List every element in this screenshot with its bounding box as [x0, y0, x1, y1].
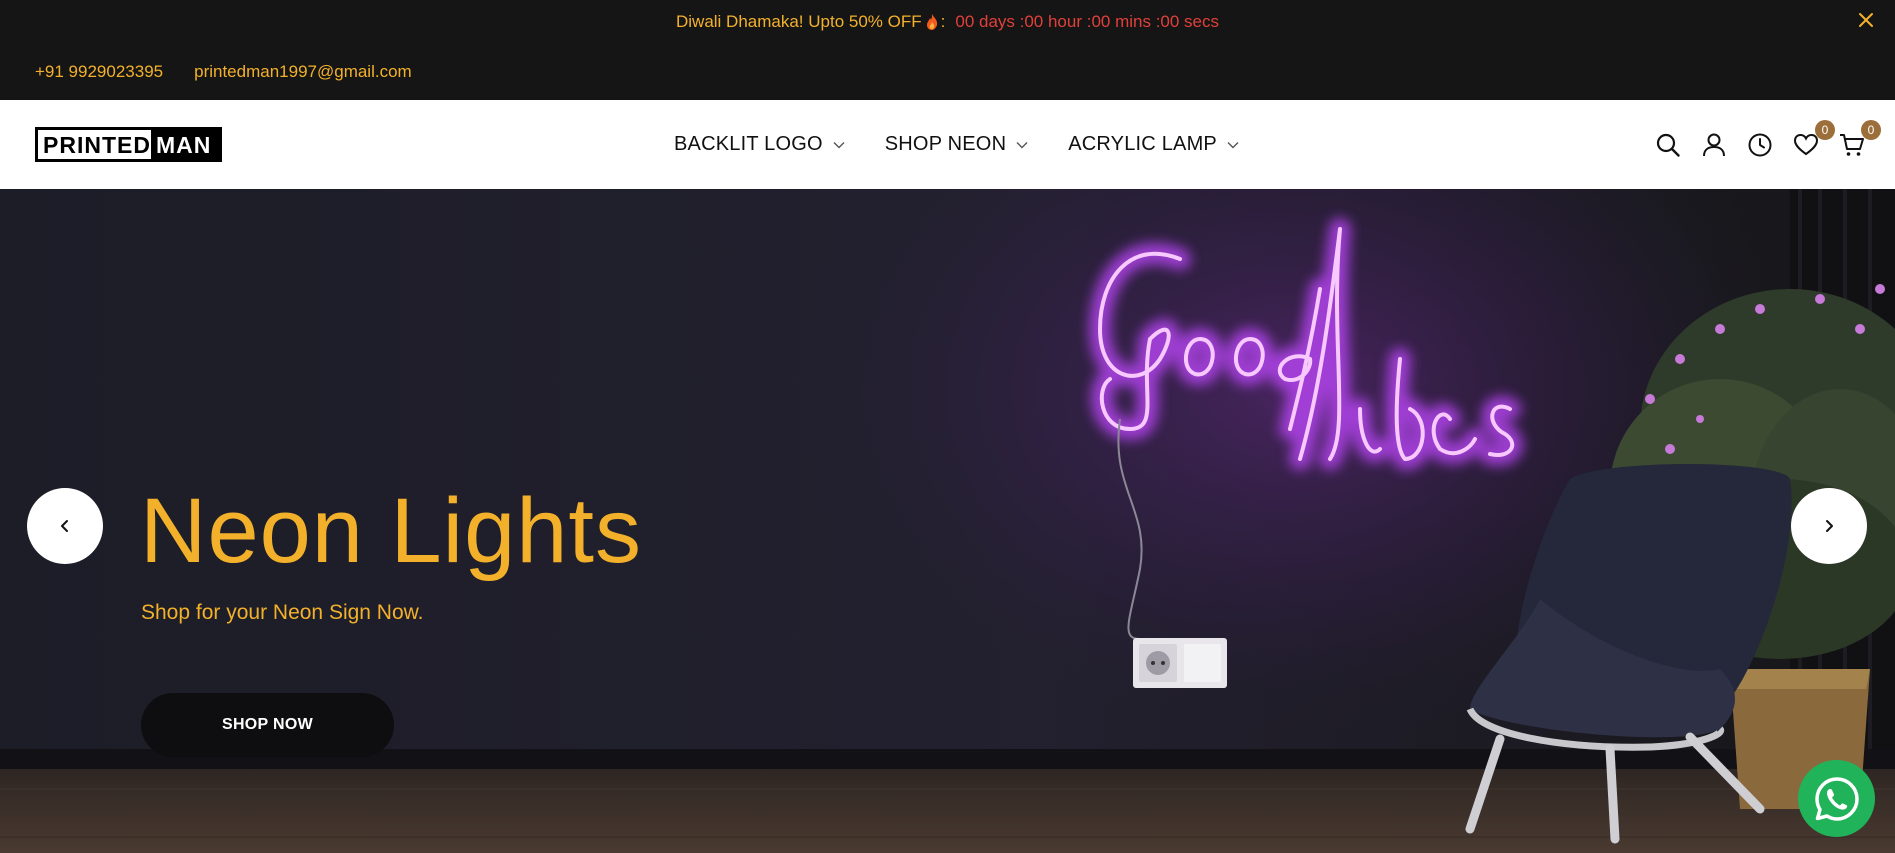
hero-title: Neon Lights [140, 480, 642, 582]
whatsapp-chat-button[interactable] [1798, 760, 1875, 837]
chevron-left-icon [61, 520, 68, 532]
hero-slider: Neon Lights Shop for your Neon Sign Now.… [0, 189, 1895, 853]
user-icon[interactable] [1701, 132, 1727, 158]
main-nav: BACKLIT LOGO SHOP NEON ACRYLIC LAMP [674, 100, 1279, 189]
nav-shop-neon[interactable]: SHOP NEON [885, 133, 1028, 156]
nav-label: BACKLIT LOGO [674, 133, 823, 155]
close-icon[interactable] [1855, 9, 1877, 31]
heart-icon [1793, 133, 1819, 155]
countdown-timer: 00 days :00 hour :00 mins :00 secs [955, 12, 1220, 31]
logo[interactable]: PRINTED MAN [35, 127, 222, 162]
site-header: PRINTED MAN BACKLIT LOGO SHOP NEON ACRYL… [0, 100, 1895, 189]
search-icon[interactable] [1655, 132, 1681, 158]
flame-icon [926, 14, 937, 30]
cart-count-badge: 0 [1861, 119, 1881, 140]
contact-bar: +91 9929023395 printedman1997@gmail.com [0, 44, 1895, 100]
cart-icon [1840, 133, 1864, 156]
nav-acrylic-lamp[interactable]: ACRYLIC LAMP [1068, 133, 1239, 156]
chevron-down-icon [1016, 141, 1028, 148]
wishlist-button[interactable]: 0 [1793, 119, 1835, 158]
announcement-bar: Diwali Dhamaka! Upto 50% OFF : 00 days :… [0, 0, 1895, 44]
hero-subtitle: Shop for your Neon Sign Now. [141, 601, 424, 624]
phone-link[interactable]: +91 9929023395 [35, 62, 163, 82]
page: Diwali Dhamaka! Upto 50% OFF : 00 days :… [0, 0, 1895, 853]
slider-next-button[interactable] [1791, 488, 1867, 564]
promo-separator: : [940, 12, 946, 31]
shop-now-button[interactable]: SHOP NOW [141, 693, 394, 757]
cart-button[interactable]: 0 [1839, 119, 1881, 158]
wishlist-count-badge: 0 [1815, 119, 1835, 140]
nav-label: SHOP NEON [884, 133, 1007, 155]
whatsapp-icon [1814, 776, 1859, 821]
chevron-right-icon [1826, 520, 1833, 532]
clock-icon[interactable] [1747, 132, 1773, 158]
promo-text: Diwali Dhamaka! Upto 50% OFF [675, 12, 922, 31]
chevron-down-icon [1227, 141, 1239, 148]
chevron-down-icon [833, 141, 845, 148]
nav-label: ACRYLIC LAMP [1068, 133, 1217, 155]
nav-backlit-logo[interactable]: BACKLIT LOGO [674, 133, 845, 156]
header-icons: 0 0 [1635, 100, 1881, 189]
svg-text:PRINTED: PRINTED [43, 132, 151, 158]
svg-text:MAN: MAN [156, 132, 211, 158]
email-link[interactable]: printedman1997@gmail.com [194, 62, 412, 82]
slider-prev-button[interactable] [27, 488, 103, 564]
